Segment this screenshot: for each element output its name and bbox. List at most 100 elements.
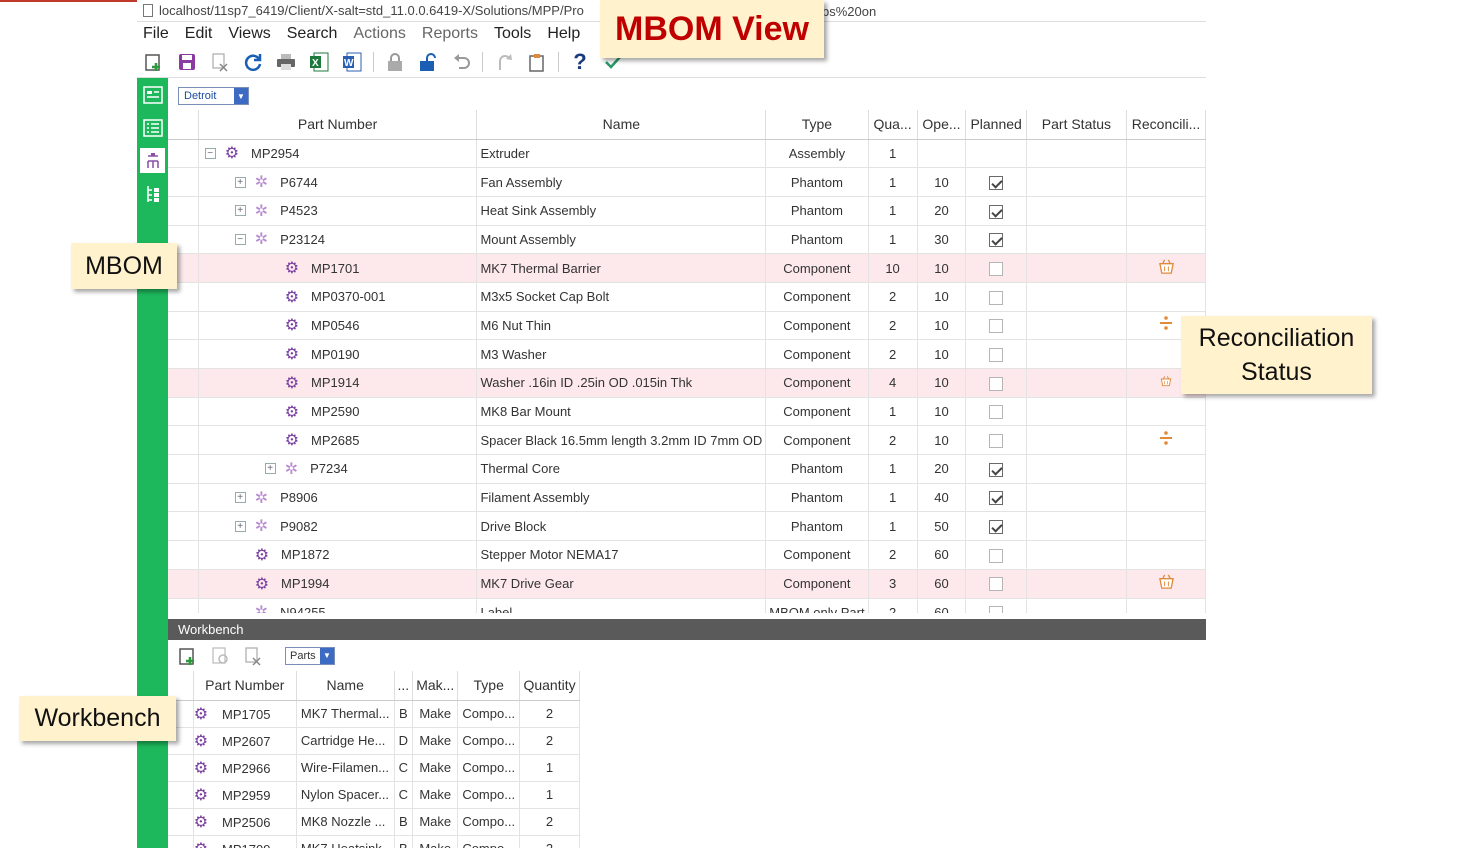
workbench-filter-select[interactable]: Parts ▼: [285, 646, 335, 665]
operation-cell[interactable]: 60: [917, 598, 967, 613]
part-type-cell[interactable]: Phantom: [765, 196, 869, 226]
planned-checkbox[interactable]: [989, 233, 1004, 248]
table-row[interactable]: ⚙ MP2506 MK8 Nozzle ... B Make Compo... 2: [168, 808, 580, 836]
wb-type-cell[interactable]: Compo...: [457, 700, 521, 728]
refresh-icon[interactable]: [241, 50, 265, 74]
part-name-cell[interactable]: Extruder: [476, 139, 767, 169]
quantity-cell[interactable]: 2: [868, 540, 918, 570]
word-icon[interactable]: W: [340, 50, 364, 74]
delete-icon[interactable]: [208, 50, 232, 74]
table-row[interactable]: ✲ N94255 Label MBOM only Part 2 60: [168, 598, 1206, 613]
sidebar-list-icon[interactable]: [140, 115, 165, 140]
part-type-cell[interactable]: Component: [765, 540, 869, 570]
operation-cell[interactable]: 20: [917, 196, 967, 226]
operation-cell[interactable]: [917, 139, 967, 169]
table-row[interactable]: ⚙ MP2685 Spacer Black 16.5mm length 3.2mm …: [168, 425, 1206, 456]
part-number-cell[interactable]: ⚙ MP2685: [198, 425, 478, 456]
col-reconciliation[interactable]: Reconcili...: [1126, 110, 1206, 140]
row-handle[interactable]: [168, 425, 199, 456]
wb-type-cell[interactable]: Compo...: [457, 754, 521, 782]
planned-checkbox[interactable]: [989, 606, 1004, 613]
part-number-cell[interactable]: ⚙ MP2590: [198, 397, 478, 427]
col-operation[interactable]: Ope...: [917, 110, 967, 140]
part-number-cell[interactable]: + ✲ P4523: [198, 196, 478, 226]
table-row[interactable]: + ✲ P7234 Thermal Core Phantom 1 20: [168, 454, 1206, 484]
row-handle[interactable]: [168, 569, 199, 599]
part-name-cell[interactable]: MK7 Thermal Barrier: [476, 253, 767, 283]
expand-icon[interactable]: +: [234, 205, 246, 217]
operation-cell[interactable]: 20: [917, 454, 967, 484]
reconcile-divide-icon[interactable]: [1159, 431, 1173, 449]
wb-make-buy-cell[interactable]: Make: [412, 781, 459, 809]
part-name-cell[interactable]: Stepper Motor NEMA17: [476, 540, 767, 570]
wb-part-number-cell[interactable]: ⚙ MP2506: [193, 808, 297, 836]
table-row[interactable]: ⚙ MP1914 Washer .16in ID .25in OD .015in T…: [168, 368, 1206, 398]
operation-cell[interactable]: 10: [917, 311, 967, 341]
col-quantity[interactable]: Qua...: [868, 110, 918, 140]
new-icon[interactable]: [142, 50, 166, 74]
part-type-cell[interactable]: Component: [765, 339, 869, 369]
wb-make-buy-cell[interactable]: Make: [412, 727, 459, 755]
reconcile-divide-icon[interactable]: [1159, 316, 1173, 334]
table-row[interactable]: ⚙ MP0190 M3 Washer Component 2 10: [168, 339, 1206, 369]
wb-make-buy-cell[interactable]: Make: [412, 808, 459, 836]
part-number-cell[interactable]: − ✲ P23124: [198, 225, 478, 255]
wb-part-number-cell[interactable]: ⚙ MP2966: [193, 754, 297, 782]
table-row[interactable]: − ✲ P23124 Mount Assembly Phantom 1 30: [168, 225, 1206, 255]
wb-part-number-cell[interactable]: ⚙ MP1709: [193, 835, 297, 848]
part-name-cell[interactable]: Heat Sink Assembly: [476, 196, 767, 226]
part-status-cell[interactable]: [1026, 483, 1128, 513]
part-number-cell[interactable]: + ✲ P9082: [198, 511, 478, 542]
part-number-cell[interactable]: ⚙ MP0370-001: [198, 282, 478, 312]
collapse-icon[interactable]: −: [204, 147, 216, 159]
reconcile-basket-icon[interactable]: [1158, 259, 1175, 279]
excel-icon[interactable]: X: [307, 50, 331, 74]
quantity-cell[interactable]: 2: [868, 425, 918, 456]
wb-make-buy-cell[interactable]: Make: [412, 835, 459, 848]
part-number-cell[interactable]: + ✲ P8906: [198, 483, 478, 513]
operation-cell[interactable]: 50: [917, 511, 967, 542]
col-part-number[interactable]: Part Number: [198, 110, 478, 140]
quantity-cell[interactable]: 1: [868, 397, 918, 427]
col-type[interactable]: Type: [765, 110, 869, 140]
part-type-cell[interactable]: Component: [765, 397, 869, 427]
table-row[interactable]: ⚙ MP1701 MK7 Thermal Barrier Component 10 10: [168, 253, 1206, 283]
part-status-cell[interactable]: [1026, 511, 1128, 542]
part-type-cell[interactable]: Phantom: [765, 483, 869, 513]
part-name-cell[interactable]: M3 Washer: [476, 339, 767, 369]
wb-revision-cell[interactable]: B: [394, 835, 414, 848]
table-row[interactable]: + ✲ P6744 Fan Assembly Phantom 1 10: [168, 167, 1206, 197]
quantity-cell[interactable]: 1: [868, 454, 918, 484]
planned-checkbox[interactable]: [989, 491, 1004, 506]
wb-row-handle[interactable]: [168, 808, 194, 836]
menu-tools[interactable]: Tools: [494, 25, 531, 43]
operation-cell[interactable]: 10: [917, 253, 967, 283]
wb-col-part-number[interactable]: Part Number: [193, 671, 297, 701]
part-type-cell[interactable]: Phantom: [765, 511, 869, 542]
planned-checkbox[interactable]: [989, 204, 1004, 219]
row-handle[interactable]: [168, 397, 199, 427]
table-row[interactable]: + ✲ P4523 Heat Sink Assembly Phantom 1 20: [168, 196, 1206, 226]
planned-checkbox[interactable]: [989, 520, 1004, 535]
expand-icon[interactable]: +: [234, 176, 246, 188]
quantity-cell[interactable]: 10: [868, 253, 918, 283]
wb-name-cell[interactable]: Wire-Filamen...: [296, 754, 395, 782]
part-name-cell[interactable]: Filament Assembly: [476, 483, 767, 513]
part-status-cell[interactable]: [1026, 569, 1128, 599]
help-icon[interactable]: ?: [568, 49, 592, 74]
quantity-cell[interactable]: 1: [868, 196, 918, 226]
wb-row-handle[interactable]: [168, 835, 194, 848]
table-row[interactable]: ⚙ MP0370-001 M3x5 Socket Cap Bolt Component…: [168, 282, 1206, 312]
col-part-status[interactable]: Part Status: [1026, 110, 1128, 140]
part-status-cell[interactable]: [1026, 139, 1128, 169]
quantity-cell[interactable]: 1: [868, 167, 918, 197]
lock-icon[interactable]: [383, 50, 407, 74]
part-type-cell[interactable]: Assembly: [765, 139, 869, 169]
paste-icon[interactable]: [525, 50, 549, 74]
part-number-cell[interactable]: ⚙ MP1914: [198, 368, 478, 398]
operation-cell[interactable]: 10: [917, 397, 967, 427]
row-handle[interactable]: [168, 167, 199, 197]
operation-cell[interactable]: 30: [917, 225, 967, 255]
part-number-cell[interactable]: ⚙ MP0546: [198, 311, 478, 341]
wb-part-number-cell[interactable]: ⚙ MP2959: [193, 781, 297, 809]
